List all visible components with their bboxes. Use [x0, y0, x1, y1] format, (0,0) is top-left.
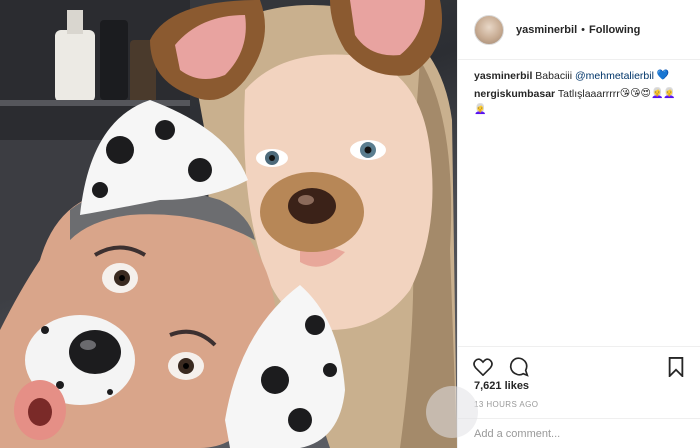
comments-list: yasminerbil Babaciii @mehmetalierbil 💙 n… — [474, 68, 692, 120]
likes-count[interactable]: 7,621 likes — [474, 380, 529, 392]
header-username[interactable]: yasminerbil — [516, 24, 577, 36]
heart-icon[interactable] — [472, 356, 494, 378]
post-header: yasminerbil • Following — [458, 0, 700, 60]
comment-username[interactable]: yasminerbil — [474, 70, 532, 82]
avatar[interactable] — [474, 14, 504, 45]
following-button[interactable]: Following — [589, 24, 640, 36]
watermark-logo — [426, 386, 478, 438]
comment-text: Tatlışlaaarrrrr — [557, 88, 620, 100]
comment-item: yasminerbil Babaciii @mehmetalierbil 💙 — [474, 68, 692, 84]
comment-item: nergiskumbasar Tatlışlaaarrrrr😘😘😍👩‍🦳👩‍🦳 … — [474, 86, 692, 118]
kiss-emoji-icon: 😘😘😍👩‍🦳👩‍🦳 — [619, 88, 676, 100]
bookmark-icon[interactable] — [665, 356, 687, 378]
comment-mention[interactable]: @mehmetalierbil — [575, 70, 654, 82]
post-photo[interactable] — [0, 0, 457, 448]
comment-username[interactable]: nergiskumbasar — [474, 88, 555, 100]
comment-icon[interactable] — [508, 356, 530, 378]
add-comment-input[interactable]: Add a comment... — [458, 418, 700, 448]
person-emoji-icon: 👩‍🦳 — [474, 104, 487, 116]
post-sidebar: yasminerbil • Following yasminerbil Baba… — [457, 0, 700, 448]
blue-heart-emoji-icon: 💙 — [656, 70, 670, 82]
photo-illustration — [0, 0, 457, 448]
comment-text: Babaciii — [535, 70, 573, 82]
instagram-post: yasminerbil • Following yasminerbil Baba… — [0, 0, 700, 448]
bottle-white — [55, 30, 95, 102]
post-timestamp: 13 HOURS AGO — [474, 400, 539, 409]
header-separator: • — [581, 23, 585, 36]
